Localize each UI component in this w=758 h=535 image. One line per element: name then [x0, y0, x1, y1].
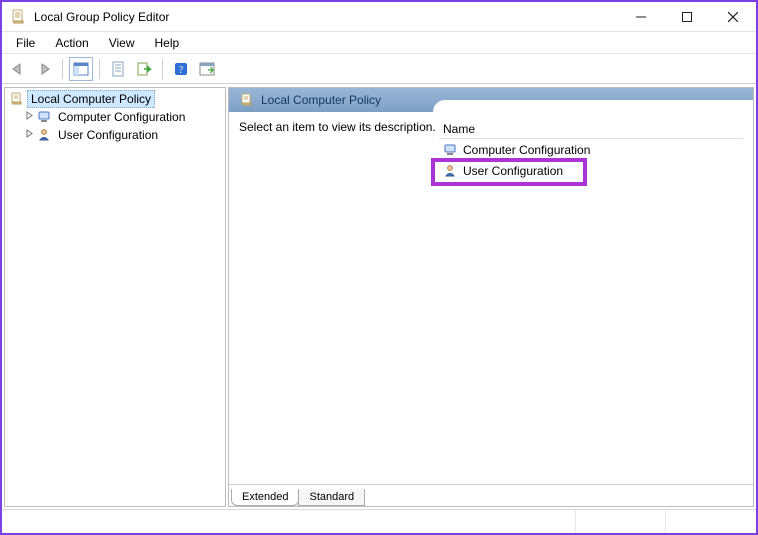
export-button[interactable]: [132, 57, 156, 81]
menu-view[interactable]: View: [99, 34, 145, 52]
properties-button[interactable]: [106, 57, 130, 81]
description-area: Select an item to view its description.: [239, 120, 439, 476]
menu-file[interactable]: File: [6, 34, 45, 52]
expander-icon[interactable]: [23, 129, 35, 141]
app-window: Local Group Policy Editor File Action Vi…: [0, 0, 758, 535]
tab-standard[interactable]: Standard: [298, 489, 365, 506]
toolbar-separator: [62, 59, 63, 79]
status-cell: [576, 510, 666, 533]
status-cell: [666, 510, 756, 533]
detail-title: Local Computer Policy: [261, 93, 381, 107]
window-controls: [618, 2, 756, 31]
detail-list[interactable]: Name Computer Configuration: [439, 120, 743, 476]
nav-back-button[interactable]: [6, 57, 30, 81]
detail-body: Select an item to view its description. …: [229, 112, 753, 484]
tree-root-label: Local Computer Policy: [27, 90, 155, 108]
filter-button[interactable]: [195, 57, 219, 81]
scroll-icon: [239, 92, 255, 108]
list-item-label: Computer Configuration: [463, 143, 590, 157]
description-hint: Select an item to view its description.: [239, 120, 436, 134]
computer-icon: [37, 109, 53, 125]
svg-text:?: ?: [179, 65, 184, 76]
tree-pane[interactable]: Local Computer Policy Computer Configura…: [4, 87, 226, 507]
detail-header: Local Computer Policy: [229, 88, 753, 112]
tree-item-label: User Configuration: [55, 127, 161, 143]
toolbar-separator: [99, 59, 100, 79]
column-header-name[interactable]: Name: [439, 120, 743, 139]
app-icon: [10, 9, 26, 25]
list-item-user-config[interactable]: User Configuration: [439, 162, 567, 180]
menu-help[interactable]: Help: [145, 34, 190, 52]
detail-tabs: Extended Standard: [229, 484, 753, 506]
expander-icon[interactable]: [23, 111, 35, 123]
menubar: File Action View Help: [2, 32, 756, 54]
tab-extended[interactable]: Extended: [231, 489, 299, 506]
nav-forward-button[interactable]: [32, 57, 56, 81]
statusbar: [2, 509, 756, 533]
window-title: Local Group Policy Editor: [32, 10, 618, 24]
show-hide-tree-button[interactable]: [69, 57, 93, 81]
list-item-computer-config[interactable]: Computer Configuration: [439, 141, 743, 159]
detail-pane: Local Computer Policy Select an item to …: [228, 87, 754, 507]
titlebar: Local Group Policy Editor: [2, 2, 756, 32]
main-area: Local Computer Policy Computer Configura…: [2, 84, 756, 509]
toolbar: ?: [2, 54, 756, 84]
tree-user-config[interactable]: User Configuration: [5, 126, 225, 144]
scroll-icon: [9, 91, 25, 107]
maximize-button[interactable]: [664, 2, 710, 31]
tree-item-label: Computer Configuration: [55, 109, 188, 125]
user-icon: [443, 163, 459, 179]
help-button[interactable]: ?: [169, 57, 193, 81]
annotation-highlight: User Configuration: [431, 158, 587, 186]
close-button[interactable]: [710, 2, 756, 31]
status-cell: [2, 510, 576, 533]
tree-computer-config[interactable]: Computer Configuration: [5, 108, 225, 126]
toolbar-separator: [162, 59, 163, 79]
list-item-label: User Configuration: [463, 164, 563, 178]
computer-icon: [443, 142, 459, 158]
tree-root[interactable]: Local Computer Policy: [5, 90, 225, 108]
user-icon: [37, 127, 53, 143]
menu-action[interactable]: Action: [45, 34, 98, 52]
minimize-button[interactable]: [618, 2, 664, 31]
